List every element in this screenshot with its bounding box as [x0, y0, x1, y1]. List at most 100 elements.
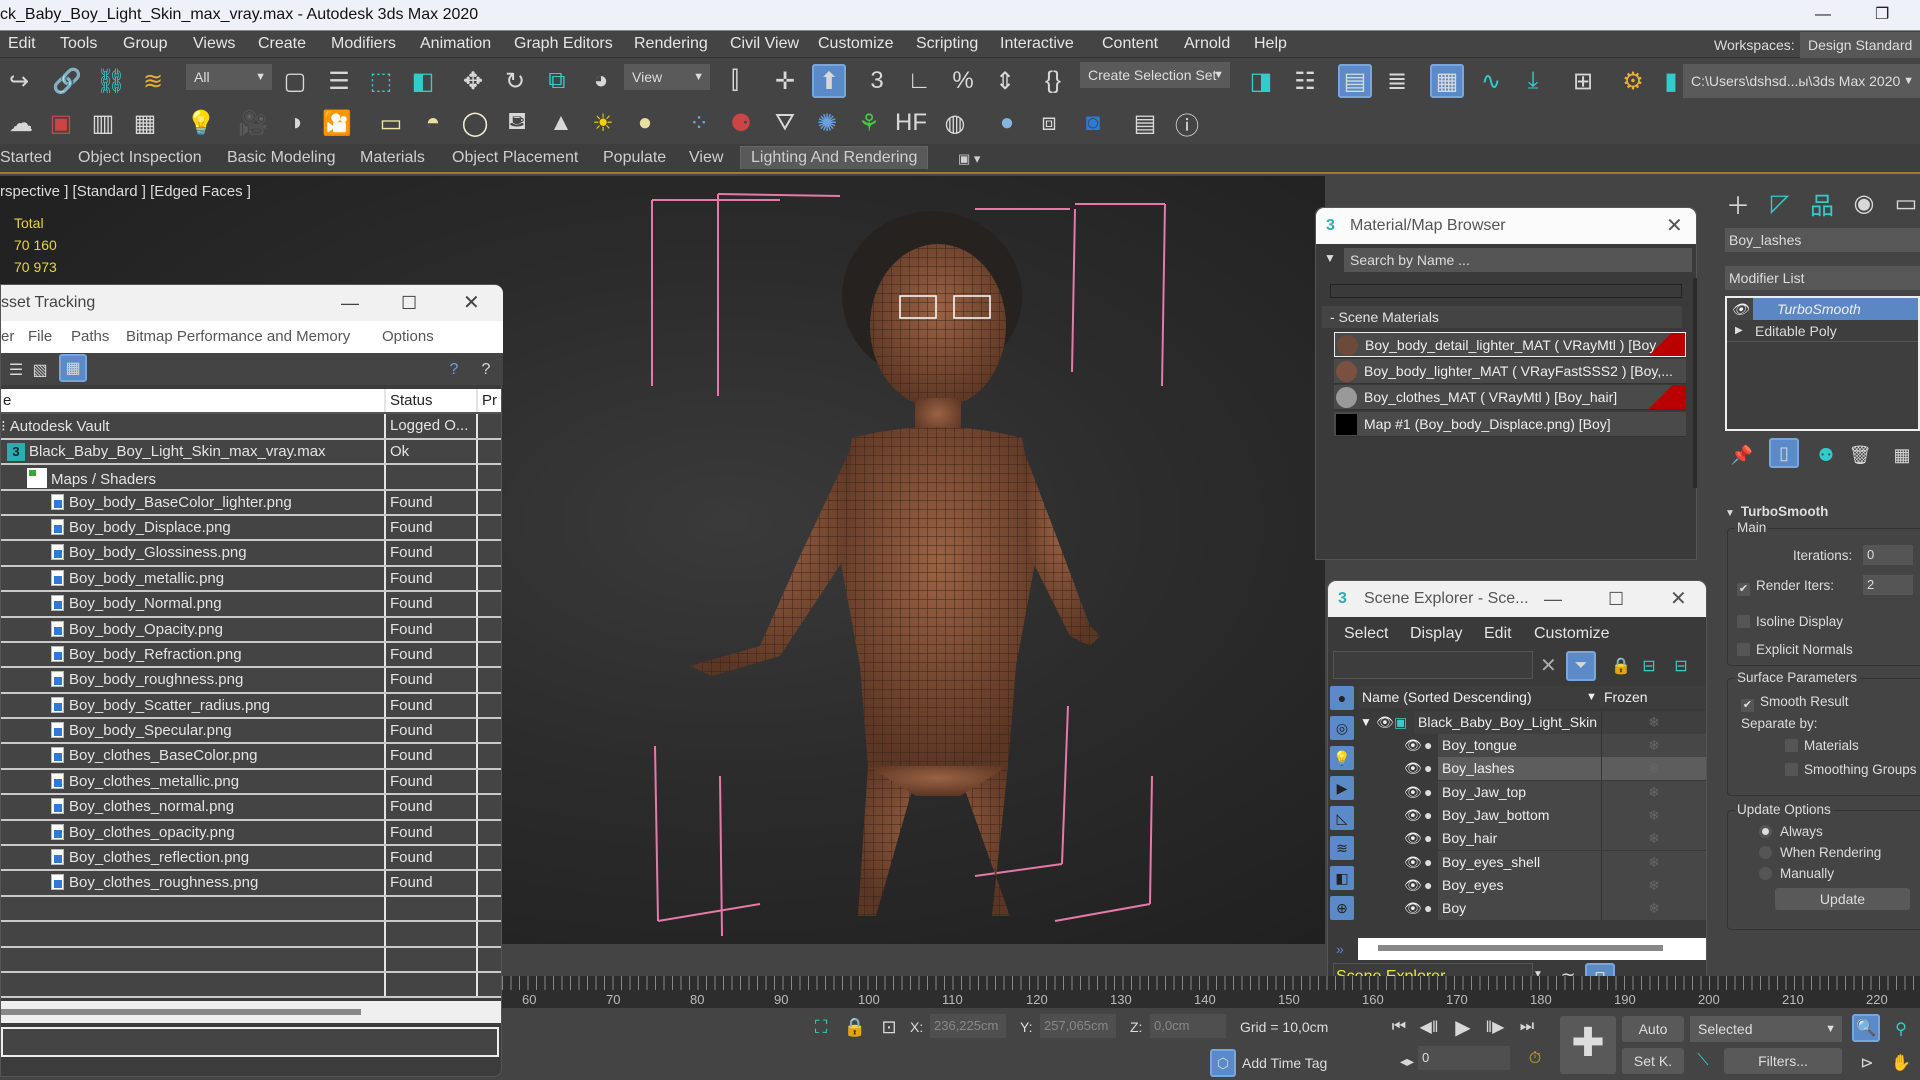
scale-icon[interactable]: ⧉ — [542, 66, 572, 96]
sun-icon[interactable]: ☀ — [588, 108, 618, 138]
maximize-icon[interactable]: ☐ — [1608, 581, 1624, 617]
configure-sets-icon[interactable]: ▦ — [1887, 440, 1917, 470]
frozen-icon[interactable]: ❄ — [1601, 757, 1706, 781]
menu-options[interactable]: Options — [382, 328, 434, 345]
timeline-ruler[interactable]: 60 70 80 90 100 110 120 130 140 150 160 170 180 190 20… — [502, 976, 1920, 1008]
update-button[interactable]: Update — [1775, 888, 1910, 910]
unlink-icon[interactable]: ⛓ — [96, 66, 126, 96]
asset-row[interactable]: Boy_clothes_opacity.png Found — [1, 820, 501, 847]
zoom-all-icon[interactable]: ⚲ — [1886, 1014, 1916, 1044]
scene-object-row[interactable]: 👁 ● Boy_lashes ❄ — [1358, 757, 1706, 781]
tab-populate[interactable]: Populate — [603, 149, 666, 167]
render-window-icon[interactable]: ▣ — [46, 108, 76, 138]
eye-icon[interactable]: 👁 — [1727, 298, 1753, 320]
select-manipulate-icon[interactable]: ✛ — [770, 66, 800, 96]
scene-root-row[interactable]: ▼ 👁 ▣ Black_Baby_Boy_Light_Skin ❄ — [1358, 711, 1706, 734]
menu-scripting[interactable]: Scripting — [916, 35, 978, 53]
physical-camera-icon[interactable]: 🎦 — [322, 108, 352, 138]
eye-icon[interactable]: 👁 — [1404, 734, 1422, 757]
when-rendering-radio[interactable]: When Rendering — [1759, 845, 1881, 860]
fov-icon[interactable]: ⊳ — [1852, 1048, 1882, 1078]
xrefs-filter-icon[interactable]: ⊕ — [1330, 896, 1354, 920]
scene-object-row[interactable]: 👁 ● Boy_tongue ❄ — [1358, 734, 1706, 757]
tab-view[interactable]: View — [689, 149, 723, 167]
asset-row[interactable]: Boy_clothes_normal.png Found — [1, 795, 501, 821]
show-end-result-icon[interactable]: ▯ — [1769, 438, 1799, 468]
stack-item-turbosmooth[interactable]: 👁 TurboSmooth — [1727, 298, 1918, 320]
asset-row[interactable]: Boy_body_Opacity.png Found — [1, 617, 501, 643]
hair-farm-icon[interactable]: HF — [895, 108, 927, 138]
goto-end-icon[interactable]: ⏭ — [1512, 1012, 1542, 1042]
menu-graph-editors[interactable]: Graph Editors — [514, 35, 613, 53]
key-filter-selected-dropdown[interactable]: Selected ▼ — [1690, 1016, 1842, 1042]
material-item[interactable]: Boy_body_detail_lighter_MAT ( VRayMtl ) … — [1334, 332, 1686, 357]
tab-object-inspection[interactable]: Object Inspection — [78, 149, 202, 167]
filters-button[interactable]: Filters... — [1724, 1048, 1842, 1074]
modifier-list-dropdown[interactable]: Modifier List — [1725, 266, 1920, 290]
modify-tab-icon[interactable]: ◸ — [1765, 188, 1795, 218]
stack-item-editable-poly[interactable]: ▶ Editable Poly — [1727, 320, 1918, 342]
help-icon[interactable]: ? — [439, 355, 469, 385]
help-icon[interactable]: ⓘ — [1172, 108, 1202, 140]
next-frame-icon[interactable]: ‖▶ — [1480, 1012, 1510, 1042]
menu-content[interactable]: Content — [1102, 35, 1158, 53]
curve-editor-icon[interactable]: ∿ — [1476, 66, 1506, 96]
proxy-icon[interactable]: ✺ — [812, 108, 842, 138]
instancer-icon[interactable]: ⁘ — [684, 108, 714, 138]
render-setup-icon[interactable]: ⚙ — [1618, 66, 1648, 96]
maximize-icon[interactable]: ☐ — [401, 285, 417, 321]
material-item[interactable]: Boy_clothes_MAT ( VRayMtl ) [Boy_hair] — [1334, 385, 1686, 410]
eye-icon[interactable]: 👁 — [1404, 781, 1422, 804]
table-view-icon[interactable]: ▦ — [59, 354, 87, 382]
material-slate-icon[interactable]: ⧈ — [1034, 108, 1064, 138]
asset-row[interactable]: Boy_body_Specular.png Found — [1, 719, 501, 745]
add-time-tag[interactable]: Add Time Tag — [1242, 1055, 1327, 1071]
set-key-button[interactable]: Set K. — [1622, 1048, 1684, 1074]
asset-row[interactable]: Boy_body_Displace.png Found — [1, 515, 501, 542]
frozen-icon[interactable]: ❄ — [1601, 897, 1706, 921]
cloud-icon[interactable]: ☁ — [6, 108, 36, 138]
render-iters-checkbox[interactable]: ✔ Render Iters: — [1737, 578, 1834, 596]
restore-button[interactable]: ❐ — [1875, 0, 1889, 30]
eye-icon[interactable]: 👁 — [1376, 711, 1394, 734]
menu-file[interactable]: File — [28, 328, 52, 345]
lock-icon[interactable]: 🔒 — [1606, 651, 1636, 681]
spot-light-icon[interactable]: ▲ — [546, 108, 576, 138]
eye-icon[interactable]: 👁 — [1404, 874, 1422, 897]
menu-edit[interactable]: Edit — [1484, 625, 1512, 643]
redo-icon[interactable]: ↪ — [4, 66, 34, 96]
goto-start-icon[interactable]: ⏮ — [1384, 1012, 1414, 1042]
tab-materials[interactable]: Materials — [360, 149, 425, 167]
asset-row[interactable]: Boy_clothes_metallic.png Found — [1, 769, 501, 796]
menu-create[interactable]: Create — [258, 35, 306, 53]
frozen-icon[interactable]: ❄ — [1601, 734, 1706, 757]
asset-row[interactable]: Boy_body_Glossiness.png Found — [1, 541, 501, 567]
filter-icon[interactable]: ⏷ — [1566, 651, 1596, 681]
clear-search-icon[interactable]: ✕ — [1540, 653, 1557, 678]
dome-light-icon[interactable]: ◓ — [418, 108, 448, 138]
spinner-snap-icon[interactable]: ⇕ — [990, 66, 1020, 96]
manually-radio[interactable]: Manually — [1759, 866, 1834, 881]
reference-coord-dropdown[interactable]: View ▼ — [624, 64, 710, 90]
baby-model[interactable] — [690, 211, 1100, 916]
menu-interactive[interactable]: Interactive — [1000, 35, 1074, 53]
camera-icon[interactable]: 🎥 — [238, 108, 268, 138]
asset-row[interactable]: Boy_clothes_BaseColor.png Found — [1, 744, 501, 770]
eye-icon[interactable]: 👁 — [1404, 804, 1422, 827]
menu-modifiers[interactable]: Modifiers — [331, 35, 396, 53]
explicit-normals-checkbox[interactable]: Explicit Normals — [1737, 642, 1853, 657]
close-icon[interactable]: ✕ — [1670, 581, 1687, 617]
auto-key-button[interactable]: Auto — [1622, 1016, 1684, 1042]
tree-view-icon[interactable]: ▧ — [25, 355, 55, 385]
column-name[interactable]: e — [3, 392, 11, 409]
asset-row[interactable]: Boy_body_Normal.png Found — [1, 592, 501, 618]
place-icon[interactable]: ◕ — [586, 66, 616, 96]
project-folder-dropdown[interactable]: C:\Users\dshsd...ы\3ds Max 2020 ▼ — [1683, 64, 1920, 98]
z-coordinate-field[interactable]: 0,0cm — [1150, 1014, 1226, 1038]
ribbon-options-icon[interactable]: ▣ ▾ — [958, 151, 980, 167]
menu-civil-view[interactable]: Civil View — [730, 35, 799, 53]
rendered-frame-icon[interactable]: ▮ — [1656, 66, 1686, 96]
material-sphere-icon[interactable]: ● — [992, 108, 1022, 138]
set-key-big-button[interactable]: ✚ — [1560, 1016, 1616, 1074]
workspaces-dropdown[interactable]: Design Standard — [1800, 32, 1920, 58]
